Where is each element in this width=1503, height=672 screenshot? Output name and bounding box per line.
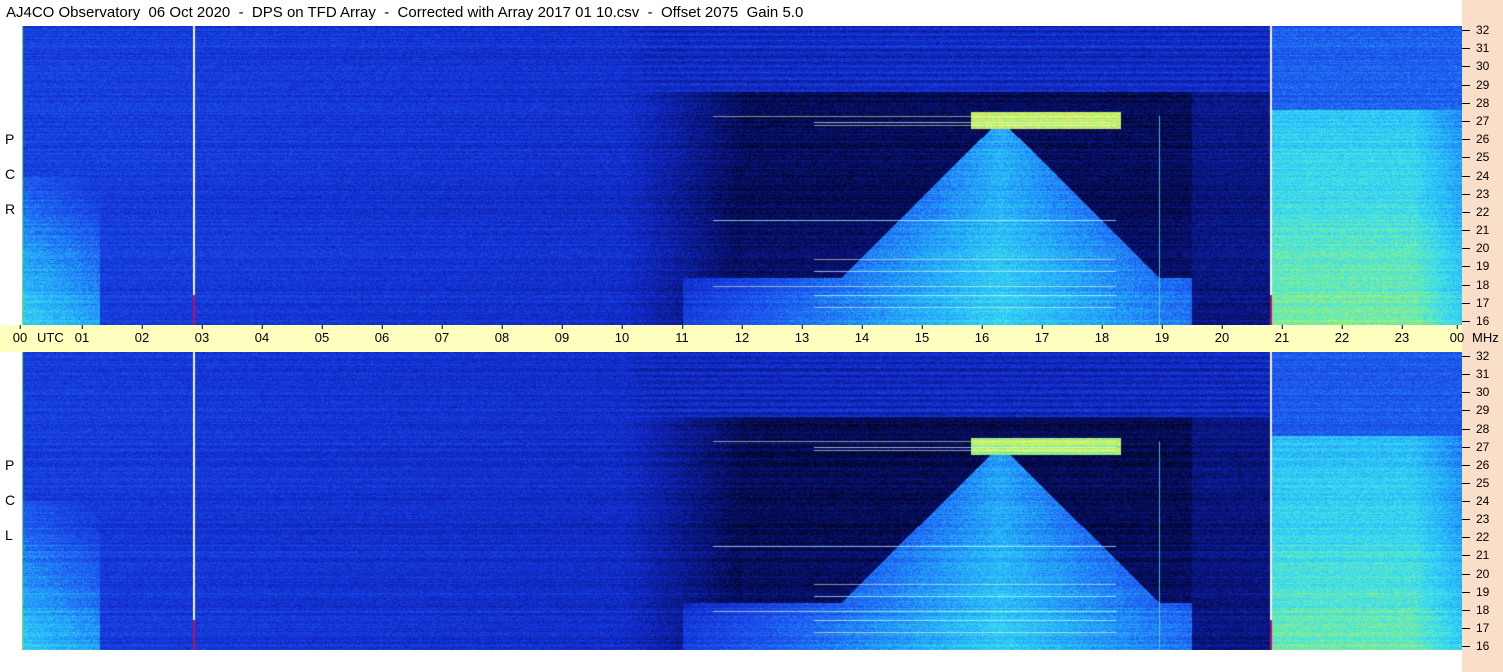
time-tick-3: 03 [194, 325, 210, 345]
rcp-freq-tick-27: 27 [1461, 113, 1490, 128]
lcp-freq-tick-22: 22 [1461, 530, 1490, 545]
rcp-spectrogram [22, 26, 1462, 325]
rcp-freq-tick-23: 23 [1461, 186, 1490, 201]
lcp-freq-tick-16: 16 [1461, 639, 1490, 653]
rcp-freq-tick-21: 21 [1461, 223, 1490, 238]
lcp-label: P C L [0, 352, 22, 650]
rcp-freq-tick-19: 19 [1461, 259, 1490, 274]
lcp-freq-tick-21: 21 [1461, 548, 1490, 563]
time-tick-23: 23 [1394, 325, 1410, 345]
mhz-label: MHz [1472, 330, 1499, 345]
time-tick-20: 20 [1214, 325, 1230, 345]
time-tick-18: 18 [1094, 325, 1110, 345]
rcp-freq-tick-28: 28 [1461, 95, 1490, 110]
chart-title: AJ4CO Observatory 06 Oct 2020 - DPS on T… [0, 0, 1462, 26]
time-tick-11: 11 [675, 325, 689, 345]
time-tick-7: 07 [434, 325, 450, 345]
time-tick-12: 12 [734, 325, 750, 345]
rcp-label: P C R [0, 26, 22, 325]
time-tick-4: 04 [254, 325, 270, 345]
rcp-freq-tick-29: 29 [1461, 77, 1490, 92]
rcp-frequency-ticks: 32 31 30 29 28 27 26 25 24 23 22 21 20 19 18 17 16 [1461, 23, 1503, 328]
lcp-freq-tick-31: 31 [1461, 367, 1490, 382]
lcp-freq-tick-23: 23 [1461, 512, 1490, 527]
lcp-freq-tick-27: 27 [1461, 439, 1490, 454]
lcp-freq-tick-20: 20 [1461, 566, 1490, 581]
time-tick-17: 17 [1034, 325, 1050, 345]
rcp-freq-tick-16: 16 [1461, 314, 1490, 328]
lcp-letter-c: C [5, 492, 16, 508]
rcp-freq-tick-22: 22 [1461, 204, 1490, 219]
rcp-freq-tick-30: 30 [1461, 59, 1490, 74]
lcp-letter-p: P [5, 457, 15, 473]
lcp-freq-tick-30: 30 [1461, 385, 1490, 400]
time-tick-15: 15 [914, 325, 930, 345]
rcp-freq-tick-20: 20 [1461, 241, 1490, 256]
rcp-freq-tick-17: 17 [1461, 295, 1490, 310]
rcp-freq-tick-26: 26 [1461, 132, 1490, 147]
time-tick-9: 09 [554, 325, 570, 345]
lcp-letter-l: L [5, 527, 13, 543]
lcp-freq-tick-17: 17 [1461, 620, 1490, 635]
time-tick-1: 01 [74, 325, 90, 345]
time-tick-19: 19 [1154, 325, 1170, 345]
time-tick-21: 21 [1274, 325, 1290, 345]
lcp-freq-tick-32: 32 [1461, 349, 1490, 363]
rcp-freq-tick-31: 31 [1461, 41, 1490, 56]
time-tick-13: 13 [794, 325, 810, 345]
lcp-freq-tick-26: 26 [1461, 457, 1490, 472]
lcp-freq-tick-25: 25 [1461, 475, 1490, 490]
time-tick-22: 22 [1334, 325, 1350, 345]
lcp-freq-tick-28: 28 [1461, 421, 1490, 436]
time-tick-16: 16 [974, 325, 990, 345]
time-tick-0: 00 [12, 325, 28, 345]
time-tick-14: 14 [854, 325, 870, 345]
time-tick-24: 00 [1449, 325, 1465, 345]
lcp-freq-tick-19: 19 [1461, 584, 1490, 599]
rcp-freq-tick-18: 18 [1461, 277, 1490, 292]
time-tick-6: 06 [374, 325, 390, 345]
rcp-letter-c: C [5, 166, 16, 182]
rcp-freq-tick-25: 25 [1461, 150, 1490, 165]
time-tick-2: 02 [134, 325, 150, 345]
lcp-freq-tick-24: 24 [1461, 494, 1490, 508]
rcp-freq-tick-24: 24 [1461, 168, 1490, 183]
lcp-freq-tick-29: 29 [1461, 403, 1490, 418]
time-axis: UTC 00 01 02 03 04 05 06 07 08 09 10 11 12 13 14 15 16 17… [0, 325, 1465, 352]
utc-label: UTC [37, 330, 64, 345]
rcp-letter-r: R [5, 201, 16, 217]
rcp-freq-tick-32: 32 [1461, 23, 1490, 37]
lcp-spectrogram [22, 352, 1462, 650]
time-tick-10: 10 [614, 325, 630, 345]
rcp-spectrogram-canvas [22, 26, 1462, 325]
lcp-spectrogram-canvas [22, 352, 1462, 650]
lcp-frequency-ticks: 32 31 30 29 28 27 26 25 24 23 22 21 20 19 18 17 16 [1461, 349, 1503, 653]
time-tick-5: 05 [314, 325, 330, 345]
time-tick-8: 08 [494, 325, 510, 345]
rcp-letter-p: P [5, 131, 15, 147]
lcp-freq-tick-18: 18 [1461, 602, 1490, 617]
